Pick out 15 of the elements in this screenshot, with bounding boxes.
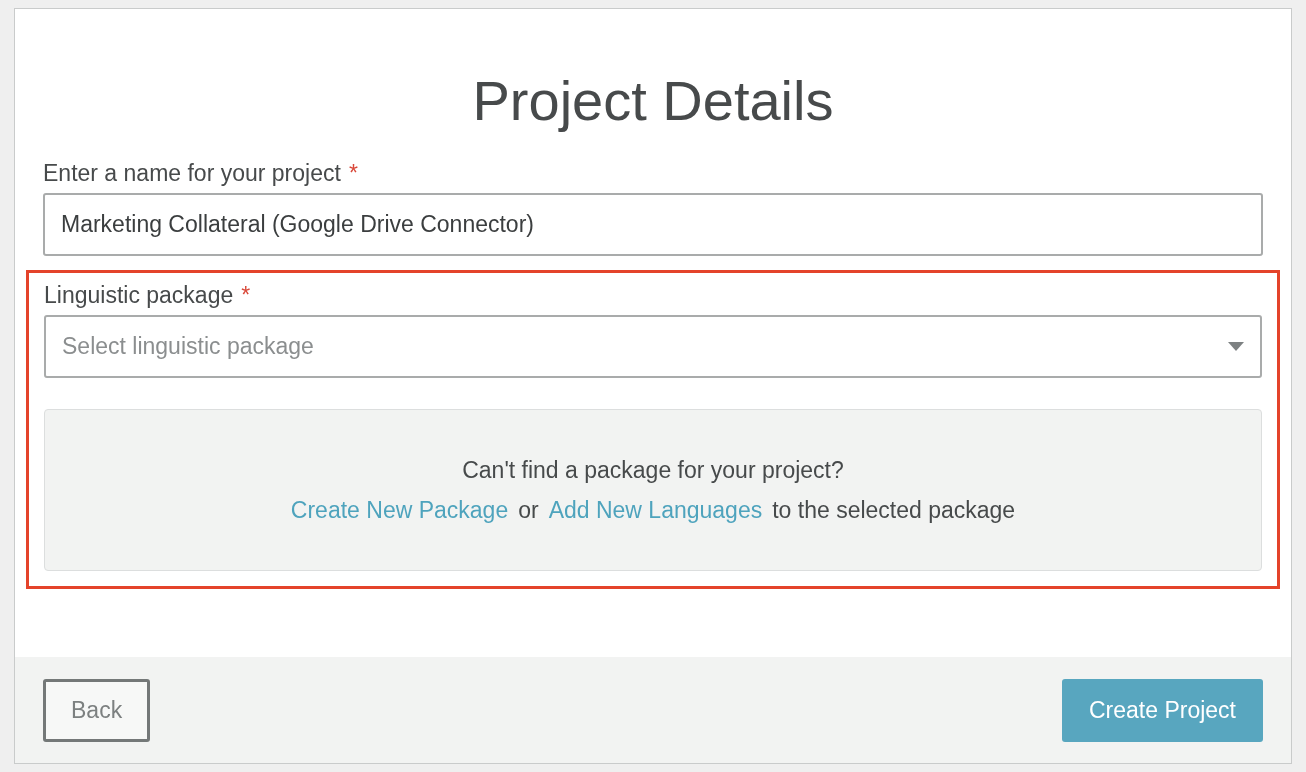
create-package-link[interactable]: Create New Package	[290, 490, 509, 530]
required-mark: *	[348, 159, 358, 187]
package-select[interactable]: Select linguistic package	[44, 315, 1262, 378]
dialog-title: Project Details	[471, 71, 835, 131]
hint-text: or	[518, 496, 539, 525]
caret-icon	[1228, 342, 1244, 351]
required-mark: *	[241, 281, 251, 309]
create-project-button[interactable]: Create Project	[1062, 678, 1263, 742]
hint-question: Can't find a package for your project?	[462, 456, 844, 485]
back-button[interactable]: Back	[43, 678, 151, 742]
hint-text: to the selected package	[772, 496, 1016, 525]
field-label: Linguistic package	[44, 281, 234, 309]
add-languages-link[interactable]: Add New Languages	[548, 490, 763, 530]
project-name-field[interactable]: Marketing Collateral (Google Drive Connector)	[43, 193, 1263, 256]
field-label: Enter a name for your project	[43, 159, 341, 187]
